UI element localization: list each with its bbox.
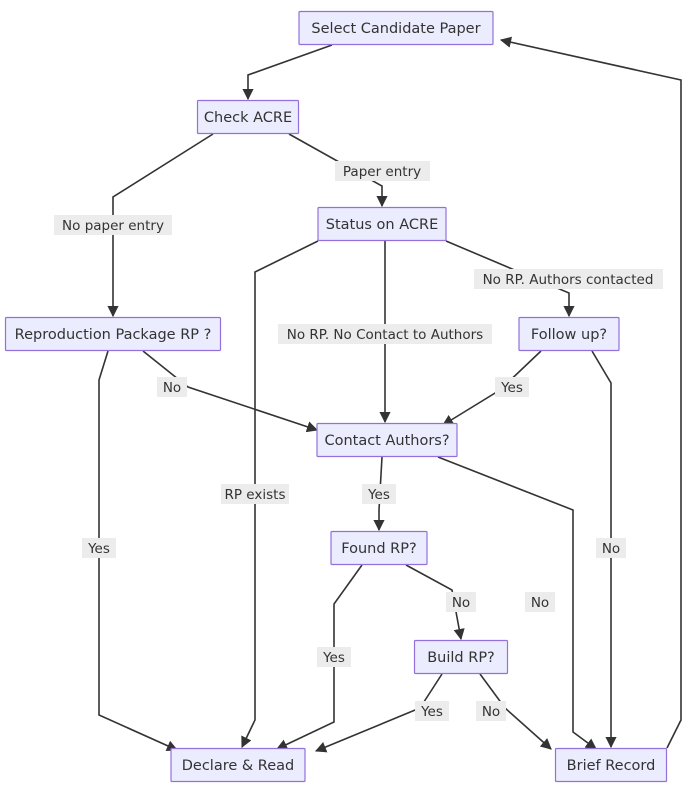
node-label: Check ACRE [204,110,292,126]
edge-label-text: No [482,704,500,720]
edge-label-contact-yes: Yes [362,484,396,504]
edge-label-no-rp-authors-contacted: No RP. Authors contacted [474,269,663,289]
node-brief-record[interactable]: Brief Record [554,747,668,783]
edge-label-foundrp-yes: Yes [317,647,351,667]
edge-label-text: RP exists [225,487,286,503]
edge-label-reppkg-no: No [157,377,187,397]
edge-label-text: No [531,595,549,611]
edge-label-contact-no: No [525,592,555,612]
edge-label-text: Yes [420,704,443,720]
node-reproduction-package-rp[interactable]: Reproduction Package RP ? [4,316,222,352]
edge-label-text: Yes [322,650,345,666]
node-label: Declare & Read [182,758,295,774]
node-label: Contact Authors? [324,433,449,449]
edge-label-no-rp-no-contact-to-authors: No RP. No Contact to Authors [278,324,492,344]
node-check-acre[interactable]: Check ACRE [196,99,300,135]
edge-label-text: Yes [367,487,390,503]
edge-label-text: No RP. No Contact to Authors [287,327,483,343]
node-build-rp[interactable]: Build RP? [413,639,509,675]
node-found-rp[interactable]: Found RP? [330,530,428,566]
edge-label-text: No paper entry [62,218,164,234]
flowchart-diagram: Select Candidate Paper Check ACRE Status… [4,10,682,783]
edge-label-text: Paper entry [343,164,421,180]
node-label: Status on ACRE [326,217,439,233]
edge-label-buildrp-no: No [476,701,506,721]
edge-label-buildrp-yes: Yes [415,701,449,721]
node-label: Brief Record [567,758,656,774]
node-label: Found RP? [341,541,416,557]
edge-label-followup-yes: Yes [495,377,529,397]
edge-label-followup-no: No [596,538,626,558]
node-label: Build RP? [427,650,495,666]
edge-label-foundrp-no: No [446,592,476,612]
edge-label-text: No [452,595,470,611]
node-status-on-acre[interactable]: Status on ACRE [317,206,447,242]
edge-label-rp-exists: RP exists [221,484,289,504]
edge-label-text: No [602,541,620,557]
node-label: Follow up? [531,327,607,343]
edge-label-text: Yes [500,380,523,396]
node-label: Reproduction Package RP ? [15,327,212,343]
node-declare-and-read[interactable]: Declare & Read [170,747,306,783]
edge-label-reppkg-yes: Yes [82,538,116,558]
edge-select-to-check [242,44,333,101]
node-follow-up[interactable]: Follow up? [518,316,620,352]
edge-label-paper-entry: Paper entry [335,161,430,181]
node-label: Select Candidate Paper [311,21,480,37]
edge-label-text: No [163,380,181,396]
node-select-candidate-paper[interactable]: Select Candidate Paper [298,10,494,46]
node-contact-authors[interactable]: Contact Authors? [316,422,458,458]
edge-label-no-paper-entry: No paper entry [54,215,172,235]
edge-label-text: Yes [87,541,110,557]
edge-label-text: No RP. Authors contacted [483,272,654,288]
